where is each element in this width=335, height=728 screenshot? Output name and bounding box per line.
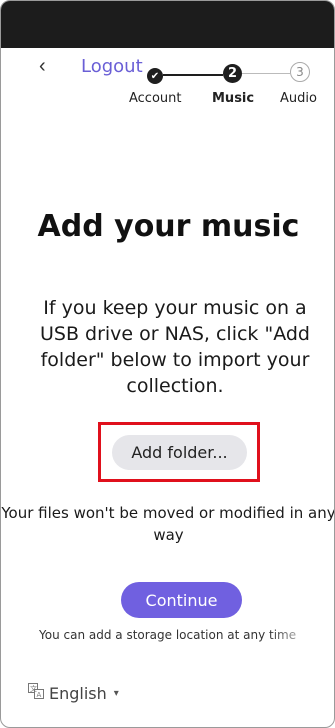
step-music-marker: 2 bbox=[223, 64, 242, 83]
svg-text:A: A bbox=[37, 691, 42, 699]
chevron-down-icon: ▾ bbox=[113, 687, 119, 699]
translate-icon: 文 A bbox=[28, 683, 44, 703]
files-safety-note: Your files won't be moved or modified in… bbox=[1, 504, 335, 544]
step-label-music: Music bbox=[212, 91, 255, 106]
page-title: Add your music bbox=[37, 209, 300, 244]
language-selector[interactable]: 文 A English ▾ bbox=[28, 683, 119, 703]
step-audio-marker: 3 bbox=[290, 62, 310, 82]
step-label-audio: Audio bbox=[280, 91, 317, 106]
stepper-line-completed bbox=[163, 74, 223, 76]
step-account-check-icon: ✔ bbox=[147, 68, 163, 84]
storage-footnote: You can add a storage location at any ti… bbox=[39, 628, 297, 642]
stepper-line-upcoming bbox=[242, 73, 290, 74]
continue-button[interactable]: Continue bbox=[121, 582, 242, 618]
page-description: If you keep your music on a USB drive or… bbox=[39, 297, 310, 397]
language-label: English bbox=[49, 683, 107, 703]
progress-stepper: ✔ 2 3 Account Music Audio bbox=[1, 1, 334, 111]
app-frame: ‹ Logout ✔ 2 3 Account Music Audio Add y… bbox=[0, 0, 335, 728]
step-label-account: Account bbox=[129, 91, 182, 106]
add-folder-button[interactable]: Add folder... bbox=[112, 435, 247, 470]
